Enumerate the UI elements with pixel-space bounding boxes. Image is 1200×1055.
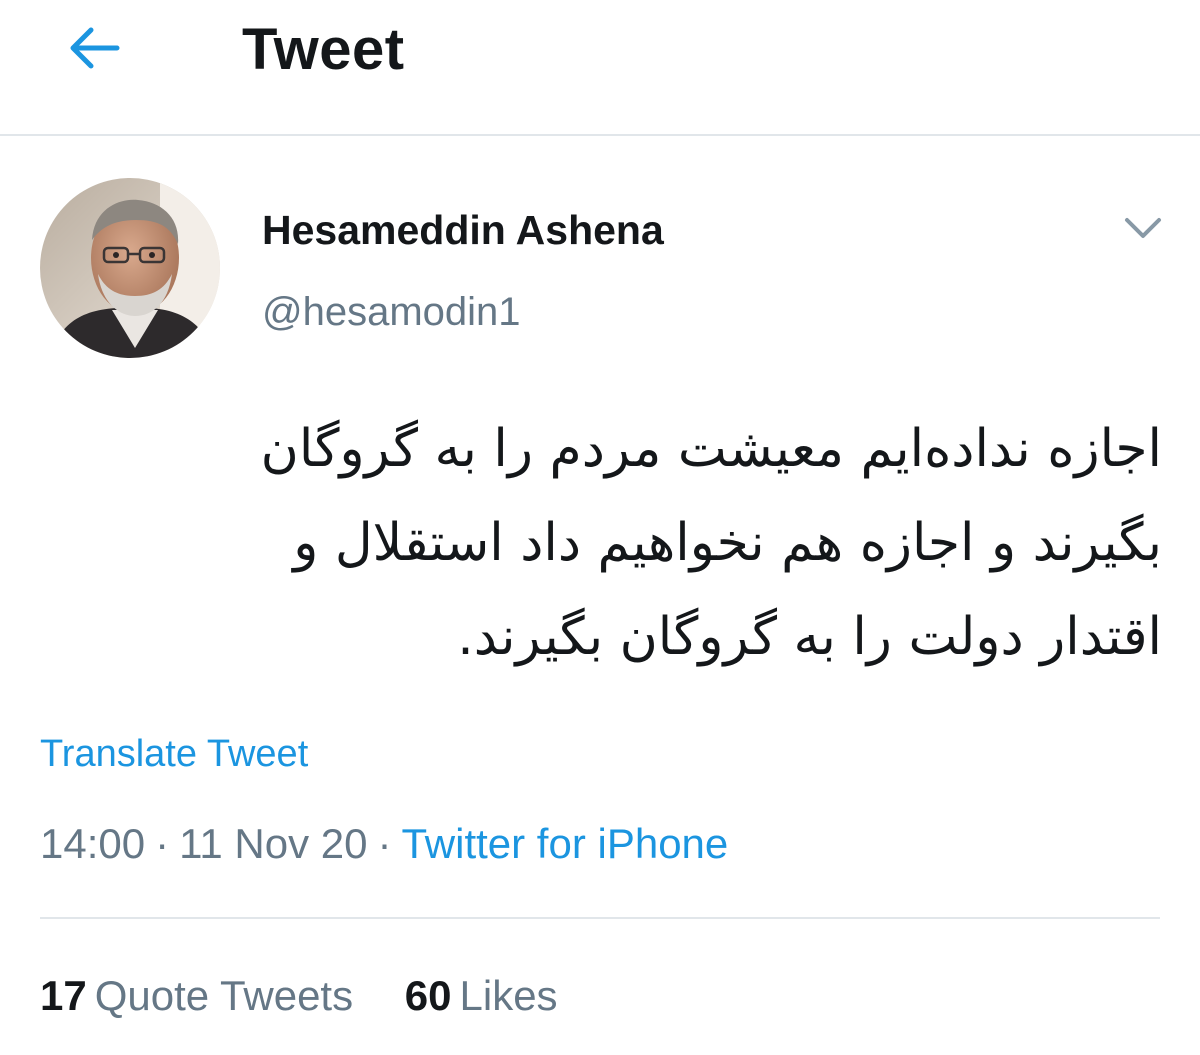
tweet-text-line: اجازه نداده‌ایم معیشت مردم را به گروگان	[260, 419, 1162, 479]
arrow-left-icon	[70, 27, 120, 69]
meta-separator: ·	[377, 820, 392, 867]
likes-count: 60	[404, 972, 452, 1019]
back-button[interactable]	[58, 20, 128, 76]
author-display-name[interactable]: Hesameddin Ashena	[262, 200, 664, 260]
tweet-text-line: اقتدار دولت را به گروگان بگیرند.	[457, 607, 1162, 667]
translate-tweet-link[interactable]: Translate Tweet	[40, 726, 308, 782]
author-handle[interactable]: @hesamodin1	[262, 284, 521, 340]
page-title: Tweet	[242, 17, 405, 82]
tweet-text-line: بگیرند و اجازه هم نخواهیم داد استقلال و	[293, 513, 1162, 573]
tweet-date[interactable]: 11 Nov 20	[179, 820, 367, 867]
tweet-menu-button[interactable]	[1118, 206, 1168, 250]
likes-label: Likes	[459, 972, 558, 1019]
likes-stat[interactable]: 60 Likes	[405, 966, 558, 1026]
quote-tweets-count: 17	[40, 972, 87, 1019]
tweet-text: اجازه نداده‌ایم معیشت مردم را به گروگان …	[40, 402, 1162, 684]
tweet-source-link[interactable]: Twitter for iPhone	[401, 820, 728, 867]
meta-separator: ·	[155, 820, 170, 867]
quote-tweets-label: Quote Tweets	[94, 972, 354, 1019]
quote-tweets-stat[interactable]: 17 Quote Tweets	[40, 966, 353, 1026]
top-bar: Tweet	[0, 0, 1200, 136]
chevron-down-icon	[1125, 218, 1161, 238]
avatar[interactable]	[40, 178, 220, 358]
tweet-stats: 17 Quote Tweets 60 Likes	[40, 966, 598, 1026]
tweet-meta: 14:00 · 11 Nov 20 · Twitter for iPhone	[40, 814, 728, 874]
avatar-photo	[40, 178, 220, 358]
tweet-time: 14:00	[40, 820, 146, 867]
divider	[40, 917, 1160, 919]
